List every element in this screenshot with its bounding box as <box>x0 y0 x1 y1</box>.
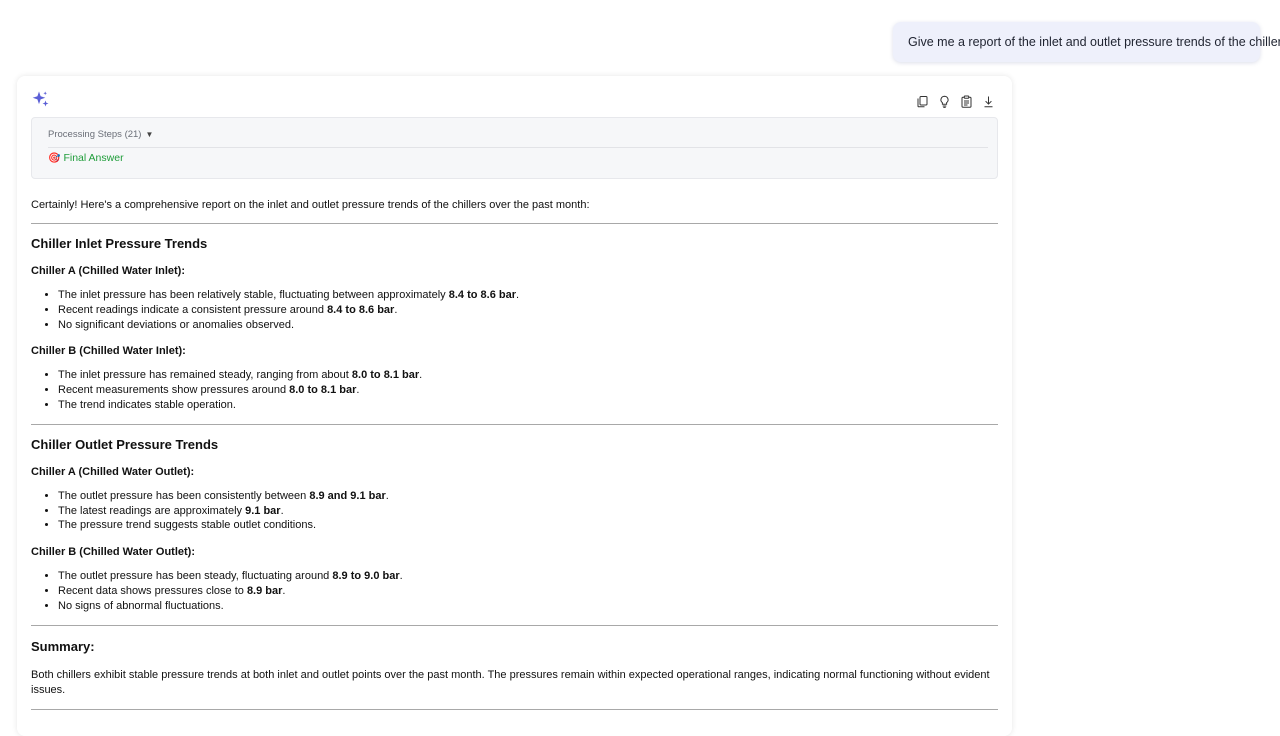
bullet-list: The outlet pressure has been steady, flu… <box>31 569 998 613</box>
divider <box>48 147 988 148</box>
bullet-list: The inlet pressure has remained steady, … <box>31 368 998 412</box>
copy-icon[interactable] <box>914 93 930 109</box>
list-item: The inlet pressure has been relatively s… <box>58 288 998 303</box>
section-divider <box>31 223 998 224</box>
list-item: No signs of abnormal fluctuations. <box>58 599 998 614</box>
section-title: Chiller Outlet Pressure Trends <box>31 436 219 452</box>
subsection-title: Chiller B (Chilled Water Inlet): <box>31 345 186 358</box>
list-item: The latest readings are approximately 9.… <box>58 504 998 519</box>
list-item: The trend indicates stable operation. <box>58 398 998 413</box>
summary-title: Summary: <box>31 638 95 654</box>
list-item: The inlet pressure has remained steady, … <box>58 368 998 383</box>
section-title: Chiller Inlet Pressure Trends <box>31 236 208 251</box>
subsection-title: Chiller B (Chilled Water Outlet): <box>31 546 195 559</box>
intro-text: Certainly! Here's a comprehensive report… <box>31 199 590 211</box>
user-message-bubble: Give me a report of the inlet and outlet… <box>893 22 1280 62</box>
subsection-title: Chiller A (Chilled Water Inlet): <box>31 265 186 277</box>
subsection-title: Chiller A (Chilled Water Outlet): <box>31 465 195 478</box>
processing-steps-panel: Processing Steps (21) ▼ 🎯 Final Answer <box>31 117 998 179</box>
sparkle-icon <box>32 90 50 108</box>
lightbulb-icon[interactable] <box>936 93 952 109</box>
processing-steps-label: Processing Steps (21) <box>48 129 142 140</box>
list-item: Recent data shows pressures close to 8.9… <box>58 584 998 599</box>
user-message-text: Give me a report of the inlet and outlet… <box>908 35 1280 49</box>
clipboard-icon[interactable] <box>958 93 974 109</box>
processing-steps-toggle[interactable]: Processing Steps (21) ▼ <box>48 129 153 140</box>
list-item: The pressure trend suggests stable outle… <box>58 518 998 533</box>
list-item: Recent measurements show pressures aroun… <box>58 383 998 398</box>
bullet-list: The inlet pressure has been relatively s… <box>31 288 998 332</box>
summary-text: Both chillers exhibit stable pressure tr… <box>31 668 990 696</box>
caret-down-icon: ▼ <box>145 130 154 139</box>
final-answer-label: Final Answer <box>63 152 124 164</box>
bullet-list: The outlet pressure has been consistentl… <box>31 489 998 533</box>
section-divider <box>31 423 998 425</box>
target-icon: 🎯 <box>48 152 61 164</box>
section-divider <box>31 708 998 710</box>
list-item: The outlet pressure has been consistentl… <box>58 489 998 504</box>
list-item: Recent readings indicate a consistent pr… <box>58 303 998 318</box>
section-divider <box>31 624 998 626</box>
response-content: Certainly! Here's a comprehensive report… <box>31 198 998 710</box>
download-icon[interactable] <box>980 93 996 109</box>
final-answer-step[interactable]: 🎯 Final Answer <box>48 152 124 164</box>
response-toolbar <box>914 93 996 109</box>
list-item: The outlet pressure has been steady, flu… <box>58 569 998 584</box>
assistant-response-card: Processing Steps (21) ▼ 🎯 Final Answer Ce… <box>17 76 1012 736</box>
list-item: No significant deviations or anomalies o… <box>58 318 998 333</box>
